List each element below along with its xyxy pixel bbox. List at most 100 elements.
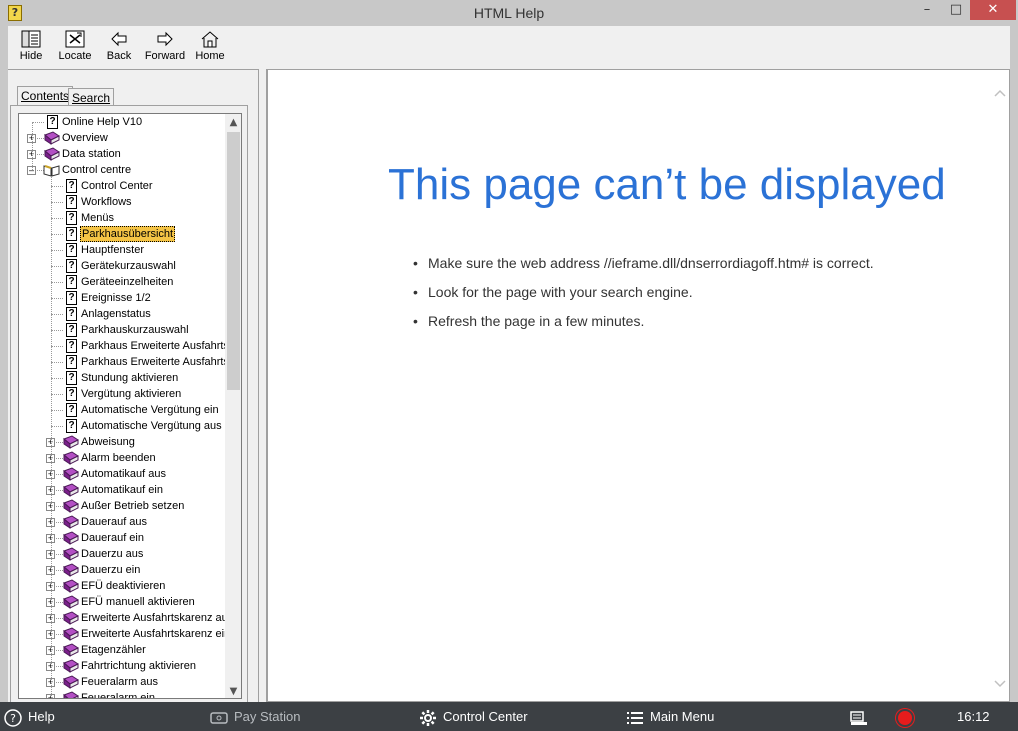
help-page-icon: ? xyxy=(66,355,77,369)
content-vertical-scrollbar[interactable] xyxy=(991,70,1009,701)
scroll-up-arrow-icon[interactable]: ▲ xyxy=(225,114,241,131)
scroll-down-arrow-icon[interactable]: ▼ xyxy=(225,683,241,698)
help-page-icon: ? xyxy=(66,211,77,225)
tab-contents[interactable]: Contents xyxy=(17,86,74,105)
tree-vertical-scrollbar[interactable]: ▲ ▼ xyxy=(225,114,241,698)
tree-topic[interactable]: ? Menüs xyxy=(19,210,225,226)
help-page-icon: ? xyxy=(66,275,77,289)
tree-topic[interactable]: ? Online Help V10 xyxy=(19,114,225,130)
tree-connector xyxy=(51,346,63,347)
tree-connector xyxy=(51,218,63,219)
tree-connector xyxy=(51,410,63,411)
tree-book[interactable]: + Dauerzu aus xyxy=(19,546,225,562)
tree-book[interactable]: + EFÜ manuell aktivieren xyxy=(19,594,225,610)
tree-item-label: Feueralarm ein xyxy=(81,692,155,699)
tree-item-label: Ereignisse 1/2 xyxy=(81,292,151,304)
tree-book[interactable]: + Erweiterte Ausfahrtskarenz eir xyxy=(19,626,228,642)
tree-item-label: Alarm beenden xyxy=(81,452,156,464)
contents-tree[interactable]: ? Online Help V10 + Overview + Data station – C… xyxy=(18,113,242,699)
tree-book[interactable]: + Feueralarm ein xyxy=(19,690,225,699)
closed-book-icon xyxy=(62,595,79,609)
pay-station-task-button[interactable]: Pay Station xyxy=(210,707,301,727)
tree-topic[interactable]: ? Ereignisse 1/2 xyxy=(19,290,225,306)
control-center-label: Control Center xyxy=(443,709,528,724)
record-status-icon[interactable] xyxy=(898,711,912,725)
tree-book[interactable]: + Fahrtrichtung aktivieren xyxy=(19,658,225,674)
tree-topic[interactable]: ? Parkhaus Erweiterte Ausfahrts xyxy=(19,338,229,354)
tab-contents-label: Contents xyxy=(21,89,70,103)
scrollbar-thumb[interactable] xyxy=(227,132,240,390)
tree-topic[interactable]: ? Automatische Vergütung ein xyxy=(19,402,225,418)
device-status-button[interactable] xyxy=(850,707,874,727)
suggestion-item: Refresh the page in a few minutes. xyxy=(413,313,874,342)
closed-book-icon xyxy=(43,147,60,161)
tree-book[interactable]: + Feueralarm aus xyxy=(19,674,225,690)
tree-connector xyxy=(51,394,63,395)
tree-topic[interactable]: ? Gerätekurzauswahl xyxy=(19,258,225,274)
forward-arrow-icon xyxy=(157,31,173,47)
tree-connector xyxy=(51,314,63,315)
tree-topic[interactable]: ? Hauptfenster xyxy=(19,242,225,258)
tree-item-label: Stundung aktivieren xyxy=(81,372,179,384)
tree-topic[interactable]: ? Stundung aktivieren xyxy=(19,370,225,386)
tree-item-label: Hauptfenster xyxy=(81,244,144,256)
tree-connector xyxy=(51,282,63,283)
tree-book[interactable]: + Overview xyxy=(19,130,225,146)
tree-connector xyxy=(51,202,63,203)
tree-book[interactable]: + Außer Betrieb setzen xyxy=(19,498,225,514)
tree-book[interactable]: + EFÜ deaktivieren xyxy=(19,578,225,594)
tree-topic[interactable]: ? Anlagenstatus xyxy=(19,306,225,322)
suggestion-item: Look for the page with your search engin… xyxy=(413,284,874,313)
forward-button[interactable]: Forward xyxy=(142,30,188,62)
tree-book[interactable]: – Control centre xyxy=(19,162,225,178)
tree-book[interactable]: + Automatikauf aus xyxy=(19,466,225,482)
tree-topic[interactable]: ? Workflows xyxy=(19,194,225,210)
tree-book[interactable]: + Erweiterte Ausfahrtskarenz au xyxy=(19,610,228,626)
tree-book[interactable]: + Dauerauf aus xyxy=(19,514,225,530)
pane-splitter[interactable] xyxy=(258,69,267,702)
tree-topic[interactable]: ? Vergütung aktivieren xyxy=(19,386,225,402)
hide-button[interactable]: Hide xyxy=(8,30,54,62)
help-page-icon: ? xyxy=(66,227,77,241)
tree-item-label: Workflows xyxy=(81,196,132,208)
tree-item-label: Geräteeinzelheiten xyxy=(81,276,174,288)
locate-button[interactable]: Locate xyxy=(52,30,98,62)
tree-topic[interactable]: ? Parkhaus Erweiterte Ausfahrts xyxy=(19,354,229,370)
tree-topic[interactable]: ? Geräteeinzelheiten xyxy=(19,274,225,290)
maximize-button[interactable]: □ xyxy=(941,0,971,20)
minimize-button[interactable]: – xyxy=(912,0,942,20)
tree-book[interactable]: + Abweisung xyxy=(19,434,225,450)
help-page-icon: ? xyxy=(66,243,77,257)
tree-book[interactable]: + Dauerzu ein xyxy=(19,562,225,578)
close-button[interactable]: ✕ xyxy=(970,0,1016,20)
tree-item-label: Overview xyxy=(62,132,108,144)
tree-topic[interactable]: ? Parkhausübersicht xyxy=(19,226,225,242)
tab-search[interactable]: Search xyxy=(68,88,115,105)
main-menu-task-button[interactable]: Main Menu xyxy=(626,707,714,727)
open-book-icon xyxy=(43,163,60,177)
tree-book[interactable]: + Etagenzähler xyxy=(19,642,225,658)
closed-book-icon xyxy=(62,483,79,497)
tree-topic[interactable]: ? Automatische Vergütung aus xyxy=(19,418,225,434)
tree-book[interactable]: + Alarm beenden xyxy=(19,450,225,466)
tree-item-label: Erweiterte Ausfahrtskarenz au xyxy=(81,612,228,624)
home-button[interactable]: Home xyxy=(187,30,233,62)
tree-item-label: Automatikauf ein xyxy=(81,484,163,496)
tree-topic[interactable]: ? Control Center xyxy=(19,178,225,194)
closed-book-icon xyxy=(62,451,79,465)
tree-book[interactable]: + Automatikauf ein xyxy=(19,482,225,498)
help-circle-icon: ? xyxy=(4,708,22,727)
tree-item-label: Menüs xyxy=(81,212,115,224)
tree-book[interactable]: + Data station xyxy=(19,146,225,162)
help-task-button[interactable]: ? Help xyxy=(4,707,55,727)
back-button[interactable]: Back xyxy=(96,30,142,62)
tree-connector xyxy=(51,186,63,187)
tree-topic[interactable]: ? Parkhauskurzauswahl xyxy=(19,322,225,338)
tree-item-label: Dauerzu aus xyxy=(81,548,144,560)
tree-item-label: Abweisung xyxy=(81,436,135,448)
error-suggestions: Make sure the web address //ieframe.dll/… xyxy=(413,255,874,342)
control-center-task-button[interactable]: Control Center xyxy=(419,707,528,727)
tree-book[interactable]: + Dauerauf ein xyxy=(19,530,225,546)
tree-connector xyxy=(32,122,33,170)
closed-book-icon xyxy=(62,611,79,625)
